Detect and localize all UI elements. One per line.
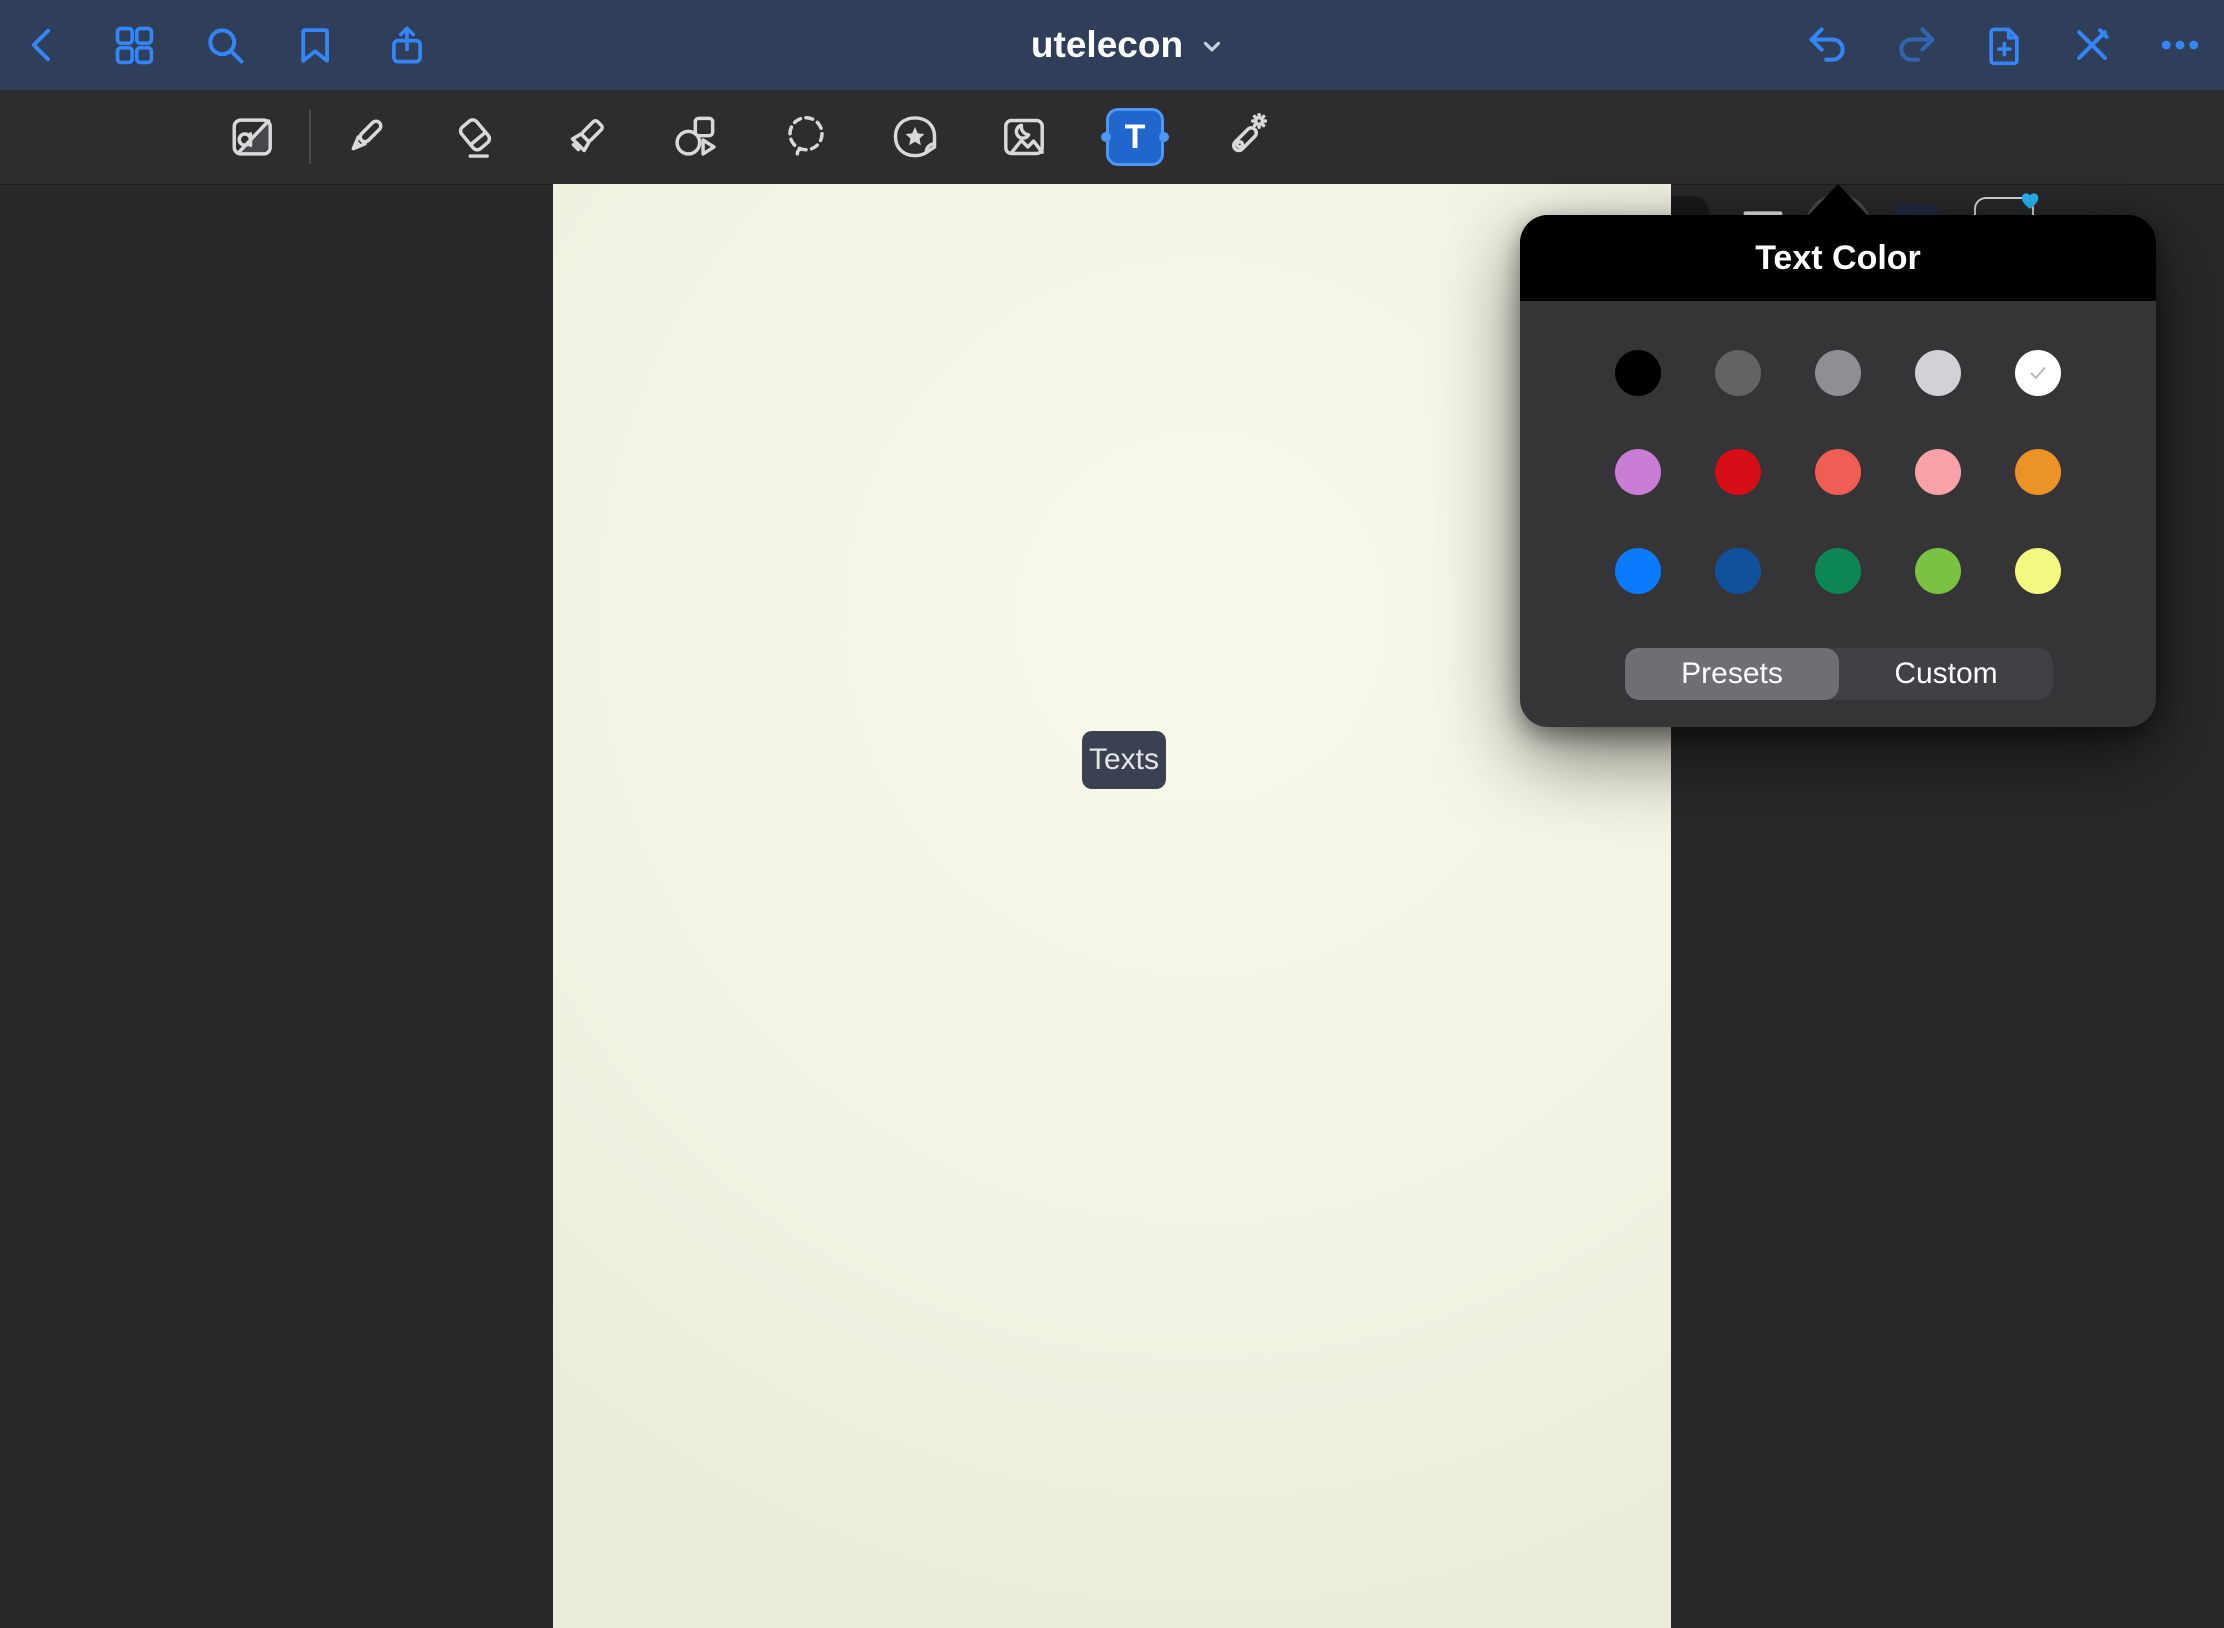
laser-pointer-icon <box>1219 111 1271 163</box>
share-button[interactable] <box>384 22 430 68</box>
bookmark-icon <box>295 23 337 67</box>
document-title: utelecon <box>1031 24 1183 66</box>
color-swatch[interactable] <box>1915 449 1961 495</box>
checkmark-icon <box>2025 360 2051 386</box>
pen-tool[interactable] <box>336 108 394 166</box>
text-object[interactable]: Texts <box>1082 731 1166 789</box>
lasso-icon <box>780 111 832 163</box>
color-swatch[interactable] <box>1815 350 1861 396</box>
nav-right-group <box>1805 0 2203 90</box>
document-title-button[interactable]: utelecon <box>1031 0 1225 90</box>
text-color-popover: Text Color Presets Custom <box>1520 215 2156 727</box>
segment-custom-label: Custom <box>1894 657 1997 691</box>
color-swatch[interactable] <box>2015 350 2061 396</box>
segment-presets-label: Presets <box>1681 657 1783 691</box>
image-icon <box>998 111 1050 163</box>
popover-title: Text Color <box>1755 239 1921 278</box>
highlighter-icon <box>560 111 612 163</box>
page-mode-tool[interactable] <box>223 108 281 166</box>
search-button[interactable] <box>202 22 248 68</box>
add-page-icon <box>1982 22 2026 68</box>
sticker-star-icon <box>889 111 941 163</box>
chevron-down-icon <box>1199 27 1225 69</box>
document-page[interactable] <box>553 184 1671 1628</box>
share-icon <box>386 22 428 68</box>
color-swatch[interactable] <box>1715 350 1761 396</box>
text-object-label: Texts <box>1089 743 1159 777</box>
shapes-icon <box>668 111 720 163</box>
color-swatch[interactable] <box>1715 548 1761 594</box>
popover-arrow <box>1808 184 1868 216</box>
goodnotes-app: utelecon <box>0 0 2224 1628</box>
color-swatch[interactable] <box>1615 548 1661 594</box>
selection-handle-icon <box>1159 132 1169 142</box>
lasso-tool[interactable] <box>777 108 835 166</box>
color-swatch[interactable] <box>2015 548 2061 594</box>
color-swatch[interactable] <box>1815 449 1861 495</box>
shapes-tool[interactable] <box>665 108 723 166</box>
image-tool[interactable] <box>995 108 1053 166</box>
color-swatch[interactable] <box>1915 548 1961 594</box>
eraser-icon <box>449 111 501 163</box>
swatch-grid <box>1615 350 2061 594</box>
text-tool-letter: T <box>1125 118 1146 157</box>
popover-header: Text Color <box>1520 215 2156 301</box>
color-swatch[interactable] <box>1615 449 1661 495</box>
toolbar-divider <box>309 110 311 164</box>
ellipsis-icon <box>2157 23 2203 67</box>
elements-tool[interactable] <box>886 108 944 166</box>
laser-pointer-tool[interactable] <box>1216 108 1274 166</box>
selection-handle-icon <box>1101 132 1111 142</box>
segment-presets[interactable]: Presets <box>1625 648 1839 700</box>
color-swatch[interactable] <box>2015 449 2061 495</box>
stylus-cross-icon <box>2070 23 2114 67</box>
color-swatch[interactable] <box>1815 548 1861 594</box>
back-chevron-icon <box>23 23 63 67</box>
presets-custom-segmented-control: Presets Custom <box>1625 648 2053 700</box>
page-mode-icon <box>226 111 278 163</box>
highlighter-tool[interactable] <box>557 108 615 166</box>
segment-custom[interactable]: Custom <box>1839 648 2053 700</box>
navigation-bar: utelecon <box>0 0 2224 90</box>
pen-icon <box>339 111 391 163</box>
text-tool-selected[interactable]: T <box>1106 108 1164 166</box>
color-swatch[interactable] <box>1915 350 1961 396</box>
thumbnails-button[interactable] <box>111 22 157 68</box>
bookmark-button[interactable] <box>293 22 339 68</box>
popover-body: Presets Custom <box>1520 301 2156 727</box>
search-icon <box>203 23 247 67</box>
undo-button[interactable] <box>1805 22 1851 68</box>
grid-view-icon <box>112 23 156 67</box>
eraser-tool[interactable] <box>446 108 504 166</box>
stylus-toggle-button[interactable] <box>2069 22 2115 68</box>
back-button[interactable] <box>20 22 66 68</box>
color-swatch[interactable] <box>1715 449 1761 495</box>
redo-button[interactable] <box>1893 22 1939 68</box>
color-swatch[interactable] <box>1615 350 1661 396</box>
nav-left-group <box>20 0 430 90</box>
tools-toolbar: T HiraginoSans-... 16 T <box>0 90 2224 185</box>
redo-icon <box>1893 23 1939 67</box>
undo-icon <box>1805 23 1851 67</box>
more-options-button[interactable] <box>2157 22 2203 68</box>
add-page-button[interactable] <box>1981 22 2027 68</box>
